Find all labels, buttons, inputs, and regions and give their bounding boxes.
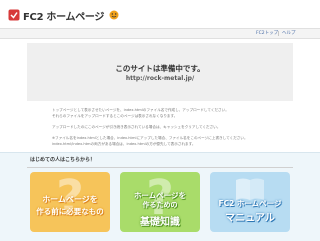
description-line: index.html/index.htmの両方がある場合は、index.html… (52, 142, 196, 146)
description-line: それらのファイルをアップロードするとこのページは表示されなくなります。 (52, 114, 178, 118)
description-line: アップロードしたのにこのページが引き続き表示されている場合は、キャッシュをクリア… (52, 125, 221, 129)
card-basics[interactable]: ? ホームページを 作るための 基礎知識 (120, 172, 200, 232)
fc2-logo-icon (8, 9, 20, 21)
card-what-you-need[interactable]: ? ホームページを 作る前に必要なもの (30, 172, 110, 232)
header: FC2 ホームページ (0, 0, 320, 28)
section-divider (27, 167, 293, 168)
fc2-logo[interactable]: FC2 ホームページ (8, 8, 120, 23)
smile-icon (109, 10, 119, 20)
nav-item-fc2-top[interactable]: FC2トップ (256, 29, 278, 38)
logo-text: FC2 ホームページ (23, 11, 105, 23)
notice-box: このサイトは準備中です。 http://rock-metal.jp/ (27, 43, 293, 101)
description-line: ※ファイル名をindex.htmlとした場合、index.htmlにアップした場… (52, 136, 248, 140)
section-title: はじめての人はこちらから！ (30, 157, 96, 163)
notice-title: このサイトは準備中です。 (115, 64, 205, 73)
card-line: FC2 ホームページ (218, 199, 282, 208)
nav-item-help[interactable]: ヘルプ (282, 29, 296, 38)
card-line: 基礎知識 (140, 217, 180, 228)
top-nav: FC2トップ ヘルプ (0, 28, 320, 39)
site-url: http://rock-metal.jp/ (125, 75, 195, 82)
card-line: ホームページを (42, 195, 98, 204)
description-line: トップページとして表示させたいページを、index.htmlのファイル名で作成し… (52, 108, 229, 112)
card-line: マニュアル (225, 213, 275, 224)
card-manual[interactable]: FC2 ホームページ マニュアル (210, 172, 290, 232)
card-line: 作るための (142, 201, 178, 209)
card-line: 作る前に必要なもの (36, 207, 104, 216)
nav-divider (278, 31, 279, 36)
